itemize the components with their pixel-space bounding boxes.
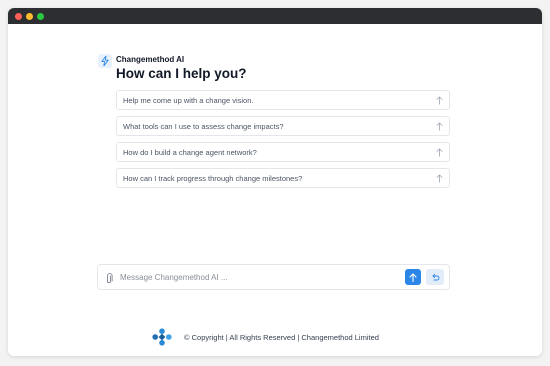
window-titlebar [8,8,542,24]
site-footer: © Copyright | All Rights Reserved | Chan… [152,328,379,346]
copyright-text: © Copyright | All Rights Reserved | Chan… [184,332,379,342]
arrow-up-icon [436,174,443,183]
suggestion-label: How do I build a change agent network? [123,148,257,157]
undo-icon [432,273,439,281]
suggestion-button[interactable]: What tools can I use to assess change im… [116,116,450,136]
suggestion-label: How can I track progress through change … [123,174,303,183]
suggestion-button[interactable]: How do I build a change agent network? [116,142,450,162]
suggestion-label: Help me come up with a change vision. [123,96,254,105]
send-button[interactable] [405,269,421,285]
browser-window: Changemethod AI How can I help you? Help… [8,8,542,356]
message-input[interactable]: Message Changemethod AI ... [120,273,228,282]
paperclip-icon[interactable] [104,273,114,285]
close-window-button[interactable] [15,13,22,20]
message-composer: Message Changemethod AI ... [97,264,450,290]
send-arrow-icon [409,272,417,282]
suggestion-button[interactable]: Help me come up with a change vision. [116,90,450,110]
changemethod-logo [152,328,172,346]
suggestion-button[interactable]: How can I track progress through change … [116,168,450,188]
lightning-icon [98,54,112,68]
minimize-window-button[interactable] [26,13,33,20]
arrow-up-icon [436,96,443,105]
assistant-name: Changemethod AI [116,55,185,64]
arrow-up-icon [436,122,443,131]
undo-button[interactable] [426,269,444,285]
page-title: How can I help you? [116,66,247,81]
maximize-window-button[interactable] [37,13,44,20]
arrow-up-icon [436,148,443,157]
suggestion-list: Help me come up with a change vision. Wh… [116,90,450,194]
suggestion-label: What tools can I use to assess change im… [123,122,284,131]
